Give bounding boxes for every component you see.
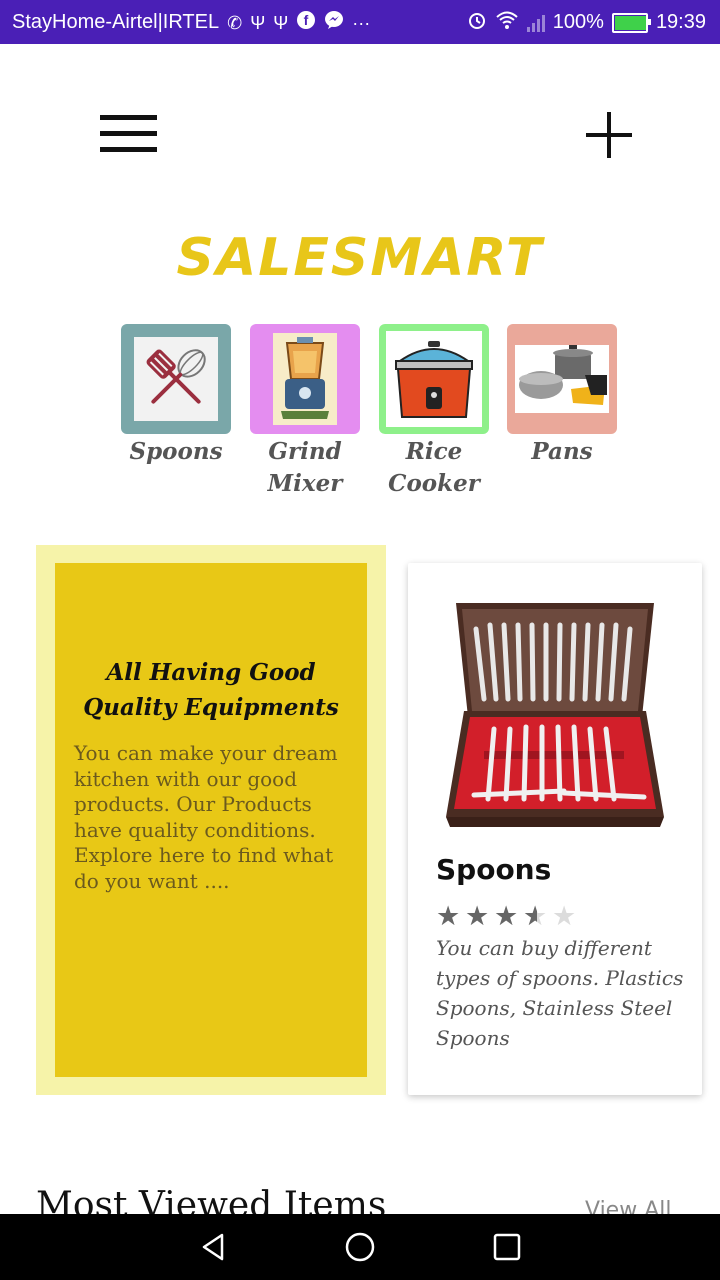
rating-stars: ★★★★★★★★★★	[436, 903, 579, 931]
category-thumb	[121, 324, 231, 434]
category-thumb	[379, 324, 489, 434]
alarm-icon	[467, 10, 487, 35]
hamburger-line	[100, 131, 157, 136]
usb-icon: Ψ	[250, 12, 266, 33]
phone-icon: ✆	[227, 12, 243, 33]
mixer-icon	[273, 333, 337, 425]
wifi-icon	[495, 10, 519, 35]
category-rice-cooker[interactable]: Rice Cooker	[379, 324, 489, 500]
promo-card[interactable]: All Having Good Quality Equipments You c…	[55, 563, 367, 1077]
category-pans[interactable]: Pans	[507, 324, 617, 468]
star-icon: ★★	[523, 901, 548, 932]
svg-text:f: f	[304, 12, 309, 28]
usb-icon: Ψ	[273, 12, 289, 33]
product-card[interactable]: Spoons ★★★★★★★★★★ You can buy different …	[408, 563, 702, 1095]
product-image	[444, 599, 666, 831]
pans-icon	[515, 345, 609, 413]
product-title: Spoons	[436, 853, 552, 886]
star-icon: ★★	[465, 901, 490, 932]
promo-text: You can make your dream kitchen with our…	[74, 741, 338, 893]
messenger-icon	[324, 10, 344, 35]
clock: 19:39	[655, 11, 706, 33]
category-label: Spoons	[129, 438, 223, 465]
battery-percent: 100%	[552, 11, 604, 33]
hamburger-icon	[100, 115, 157, 120]
home-icon[interactable]	[344, 1231, 376, 1263]
promo-title: All Having Good Quality Equipments	[83, 659, 339, 721]
battery-icon	[611, 12, 651, 33]
category-label: Rice Cooker	[388, 438, 480, 497]
hamburger-line	[100, 147, 157, 152]
navigation-bar	[0, 1214, 720, 1280]
signal-icon	[526, 14, 545, 32]
more-icon: ···	[352, 12, 371, 33]
facebook-icon: f	[296, 10, 316, 35]
star-icon: ★★	[494, 901, 519, 932]
category-thumb	[507, 324, 617, 434]
utensils-icon	[134, 337, 218, 421]
category-label: Pans	[531, 438, 593, 465]
carrier-label: StayHome-Airtel|IRTEL	[12, 11, 220, 33]
product-description: You can buy different types of spoons. P…	[436, 936, 684, 1050]
category-grind-mixer[interactable]: Grind Mixer	[250, 324, 360, 500]
add-button[interactable]	[586, 112, 632, 158]
status-bar: StayHome-Airtel|IRTEL ✆ Ψ Ψ f ··· 100% 1…	[0, 0, 720, 44]
category-thumb	[250, 324, 360, 434]
star-icon: ★★	[552, 901, 577, 932]
category-spoons[interactable]: Spoons	[121, 324, 231, 468]
star-icon: ★★	[436, 901, 461, 932]
menu-button[interactable]	[100, 115, 158, 157]
back-icon[interactable]	[198, 1231, 230, 1263]
recents-icon[interactable]	[491, 1231, 523, 1263]
app-title: SALESMART	[176, 228, 544, 288]
category-label: Grind Mixer	[267, 438, 343, 497]
rice-cooker-icon	[386, 331, 482, 427]
